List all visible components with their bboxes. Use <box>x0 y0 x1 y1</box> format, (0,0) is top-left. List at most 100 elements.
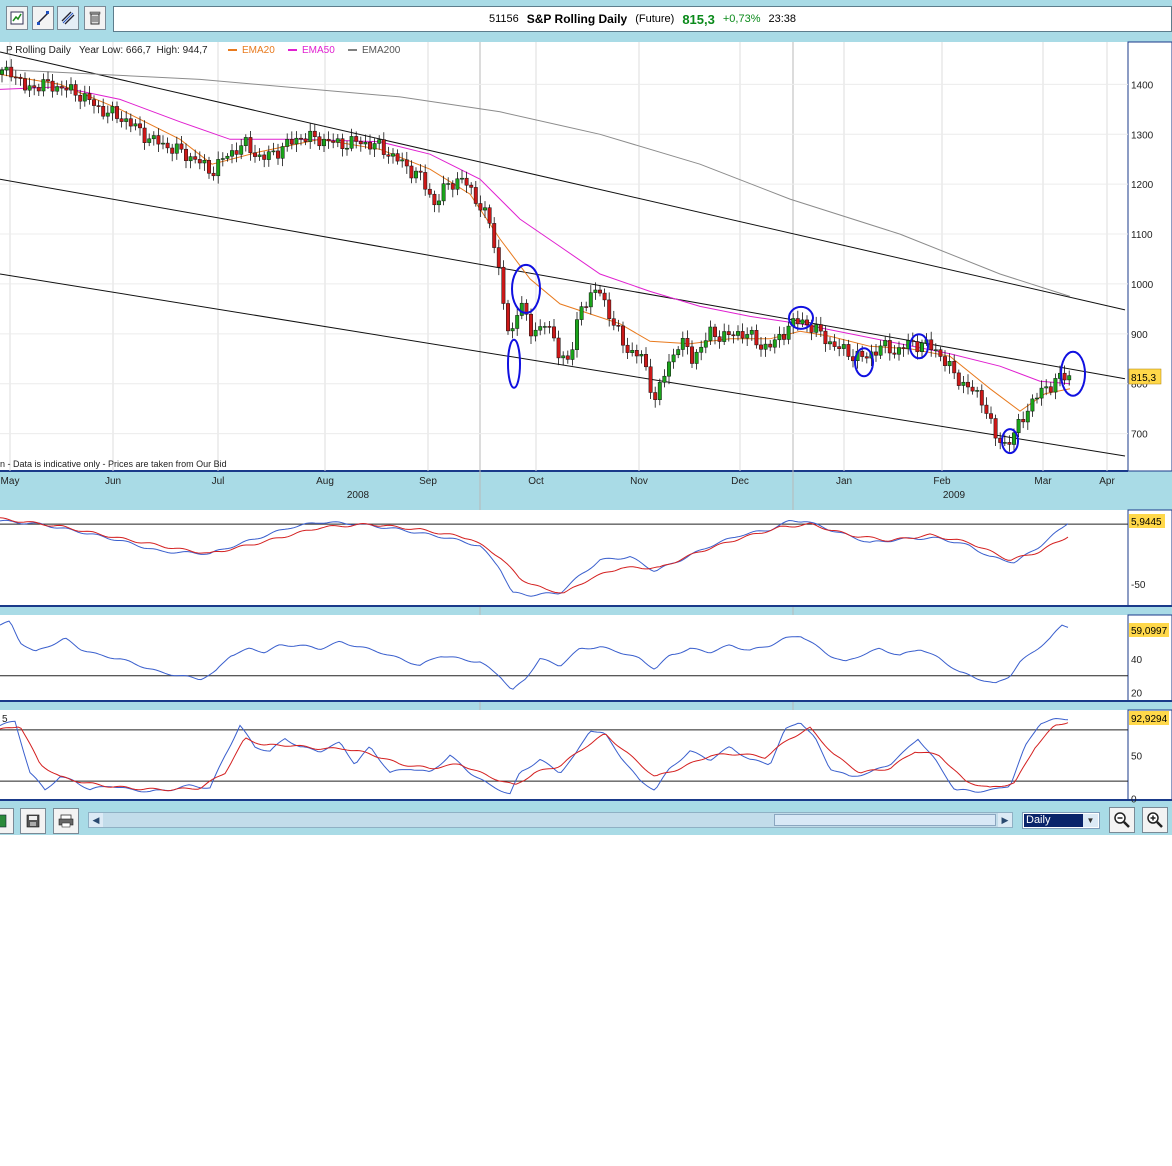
candle-body <box>565 355 570 360</box>
candle-body <box>285 139 290 147</box>
legend-ema200: EMA200 <box>362 45 401 56</box>
candle-body <box>947 361 952 367</box>
candle-body <box>584 306 589 308</box>
chart-area[interactable]: 70080090010001100120013001400 P Rolling … <box>0 35 1172 805</box>
candle-body <box>377 139 382 144</box>
candle-body <box>234 150 239 155</box>
candle-body <box>133 123 138 127</box>
month-label: Feb <box>933 476 951 487</box>
candle-body <box>331 140 336 143</box>
candle-body <box>943 356 947 366</box>
candle-body <box>786 325 791 340</box>
print-icon[interactable] <box>53 808 79 834</box>
candle-body <box>519 302 524 316</box>
scroll-thumb[interactable] <box>774 814 996 826</box>
candle-body <box>230 150 234 157</box>
candle-body <box>630 350 635 353</box>
candle-body <box>897 347 901 355</box>
indicator-2-panel <box>0 615 1128 701</box>
candle-body <box>276 150 280 159</box>
candle-body <box>1030 398 1035 412</box>
candle-body <box>9 66 14 78</box>
candle-body <box>381 139 386 155</box>
candle-body <box>294 137 299 145</box>
instrument-type: (Future) <box>635 13 675 25</box>
candle-body <box>970 386 975 392</box>
candle-body <box>975 390 980 392</box>
export-icon[interactable] <box>0 808 14 834</box>
candle-body <box>27 85 32 91</box>
candle-body <box>18 76 23 79</box>
candle-body <box>818 324 823 332</box>
price-tick-label: 1200 <box>1131 180 1154 191</box>
candle-body <box>41 79 46 92</box>
candle-body <box>110 106 115 114</box>
candle-body <box>128 118 133 127</box>
candle-body <box>87 93 92 100</box>
candle-body <box>634 350 639 357</box>
zoom-in-icon[interactable] <box>1142 807 1168 833</box>
instrument-code: 51156 <box>488 13 519 25</box>
year-label-2008: 2008 <box>347 490 370 501</box>
indicator-3-corner-label: 5 <box>2 714 8 725</box>
candle-body <box>161 142 165 145</box>
parallel-channel-icon[interactable] <box>57 6 79 30</box>
chart-application: 51156 S&P Rolling Daily (Future) 815,3 +… <box>0 0 1172 835</box>
candle-body <box>593 289 598 293</box>
candle-body <box>662 375 667 383</box>
candle-body <box>423 172 428 190</box>
candle-body <box>892 352 897 355</box>
scroll-right-icon[interactable]: ▶ <box>998 813 1012 827</box>
save-icon[interactable] <box>20 808 46 834</box>
candle-body <box>151 135 156 140</box>
candle-body <box>220 158 225 160</box>
scroll-left-icon[interactable]: ◀ <box>89 813 103 827</box>
period-select[interactable]: Daily ▼ <box>1022 812 1100 829</box>
candle-body <box>386 154 391 157</box>
candle-body <box>446 183 451 185</box>
candle-body <box>1025 410 1030 423</box>
candle-body <box>432 193 437 206</box>
candle-body <box>552 326 556 339</box>
candle-body <box>837 346 842 349</box>
price-tick-label: 1300 <box>1131 130 1154 141</box>
candle-body <box>409 165 414 179</box>
month-label: Apr <box>1099 476 1115 487</box>
candle-body <box>874 351 878 356</box>
candle-body <box>156 135 161 145</box>
candle-body <box>616 325 621 327</box>
candle-body <box>358 141 363 145</box>
candle-body <box>533 329 538 337</box>
candle-body <box>418 170 423 173</box>
candle-body <box>243 137 248 146</box>
candle-body <box>901 347 906 350</box>
candle-body <box>1062 372 1067 381</box>
candle-body <box>740 331 745 339</box>
candle-body <box>487 207 492 224</box>
candle-body <box>676 349 681 356</box>
draw-line-icon[interactable] <box>32 6 54 30</box>
price-panel <box>0 42 1128 471</box>
last-price-label: 815,3 <box>1131 373 1156 384</box>
candle-body <box>920 342 924 352</box>
candle-body <box>1007 442 1012 445</box>
candle-body <box>607 299 612 319</box>
candle-body <box>184 148 188 161</box>
candle-body <box>473 187 478 204</box>
chevron-down-icon[interactable]: ▼ <box>1083 814 1098 827</box>
candle-body <box>266 151 271 160</box>
horizontal-scrollbar[interactable]: ◀ ▶ <box>88 812 1013 828</box>
zoom-out-icon[interactable] <box>1109 807 1135 833</box>
trash-icon[interactable] <box>84 6 106 30</box>
candle-body <box>538 326 543 331</box>
candle-body <box>644 354 648 368</box>
candle-body <box>262 154 267 160</box>
candle-body <box>32 85 37 88</box>
candle-body <box>469 184 474 188</box>
chart-settings-icon[interactable] <box>6 6 28 30</box>
candle-body <box>124 118 129 122</box>
quote-time: 23:38 <box>768 13 797 25</box>
candle-body <box>501 266 506 304</box>
candle-body <box>703 340 708 348</box>
candle-body <box>768 343 773 348</box>
